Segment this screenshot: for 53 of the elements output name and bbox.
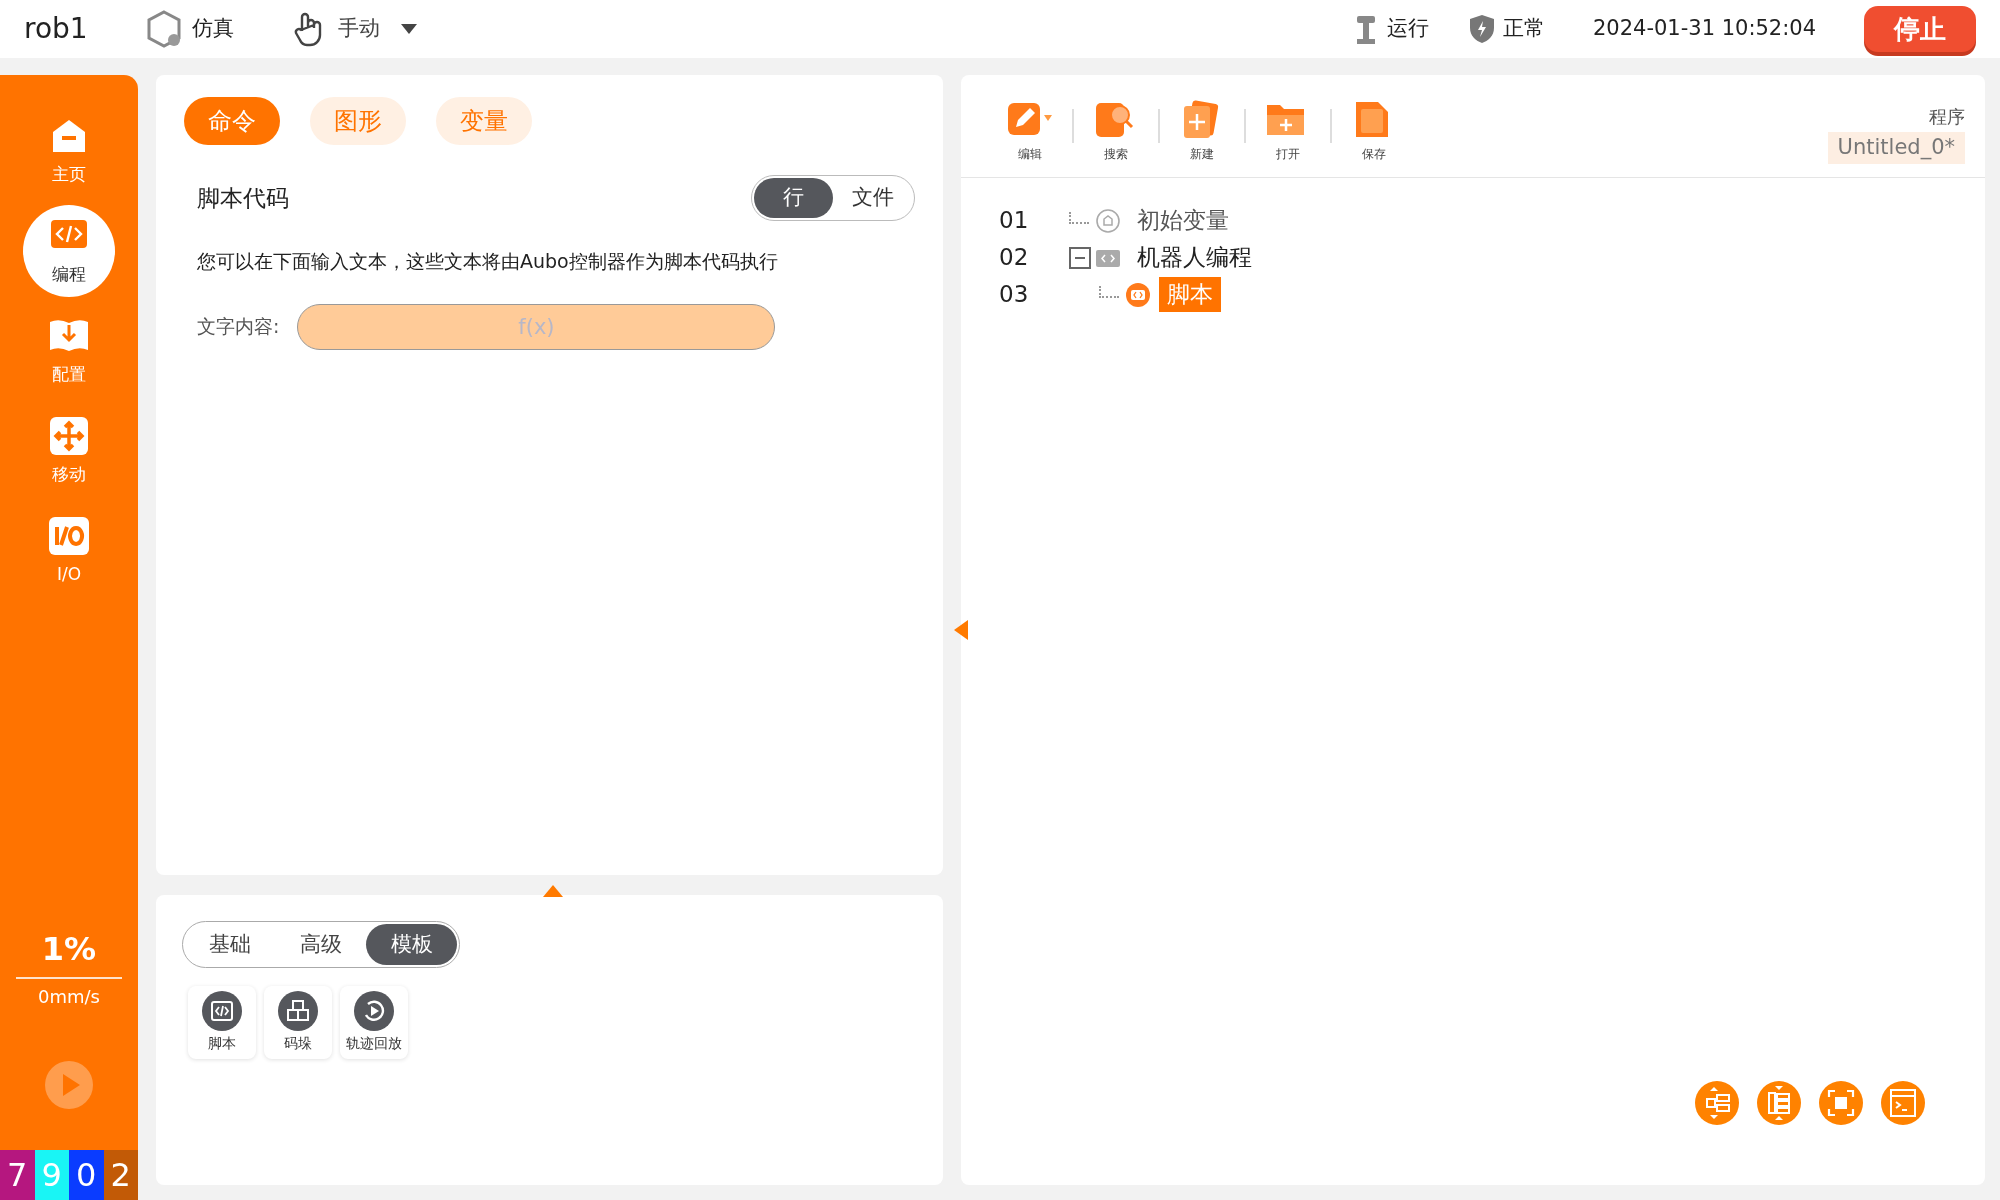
section-title: 脚本代码 [197,183,289,213]
palette-item[interactable]: 码垛 [264,986,332,1059]
line-number: 02 [999,243,1030,273]
tree-item[interactable]: 机器人编程 [1129,240,1260,275]
toolbar-button[interactable]: 编辑 [1006,99,1054,163]
counter-digit: 9 [34,1150,69,1200]
collapse-toggle[interactable] [1069,246,1091,269]
field-label: 文字内容: [197,314,280,340]
robot-name: rob1 [24,11,88,47]
shield-icon [1468,14,1495,44]
counter-digit: 7 [0,1150,35,1200]
line-number: 03 [999,280,1030,310]
speed-value: 0mm/s [38,985,100,1009]
fit-view-icon[interactable] [1819,1081,1863,1125]
code-icon [202,991,242,1031]
counter-digit: 2 [103,1150,138,1200]
blocks-icon [278,991,318,1031]
speed-percent: 1% [41,929,97,970]
terminal-icon[interactable] [1881,1081,1925,1125]
counter-digit: 0 [69,1150,104,1200]
status-label: 正常 [1502,15,1545,43]
palette-item[interactable]: 脚本 [188,986,256,1059]
program-label: 程序 [1929,105,1965,129]
control-mode-dropdown[interactable]: 手动 [289,9,418,49]
program-name: Untitled_0* [1827,132,1965,164]
date-time: 2024-01-31 10:52:04 [1592,15,1816,43]
tree-connector [1099,285,1119,298]
mode-option[interactable]: 文件 [833,178,912,218]
toolbar-button[interactable]: 新建 [1178,99,1226,163]
replay-icon [354,991,394,1031]
palette-item[interactable]: 轨迹回放 [340,986,408,1059]
palette-tab[interactable]: 模板 [366,924,457,965]
tree-item[interactable]: 初始变量 [1129,203,1237,238]
collapse-arrow-icon[interactable] [953,619,969,641]
collapse-tree-icon[interactable] [1695,1081,1739,1125]
mode-label: 仿真 [191,15,234,43]
toolbar-button[interactable]: 搜索 [1092,99,1140,163]
toolbar-button[interactable]: 打开 [1264,99,1312,163]
palette-tab[interactable]: 基础 [185,924,276,965]
description-text: 您可以在下面输入文本，这些文本将由Aubo控制器作为脚本代码执行 [196,249,779,274]
sidebar-item[interactable]: 编程 [23,205,115,297]
caret-icon [399,23,418,35]
toolbar-button[interactable]: 保存 [1350,99,1398,163]
play-button-icon[interactable] [44,1060,94,1110]
run-state-label: 运行 [1386,15,1429,43]
code-icon [1125,281,1151,308]
palette-tab[interactable]: 高级 [275,924,367,965]
mode-option[interactable]: 行 [754,178,833,218]
line-number: 01 [999,206,1030,236]
text-input-field[interactable]: f(x) [297,303,776,350]
expand-tree-icon[interactable] [1757,1081,1801,1125]
tree-connector [1069,211,1089,224]
collapse-arrow-icon[interactable] [542,884,564,898]
